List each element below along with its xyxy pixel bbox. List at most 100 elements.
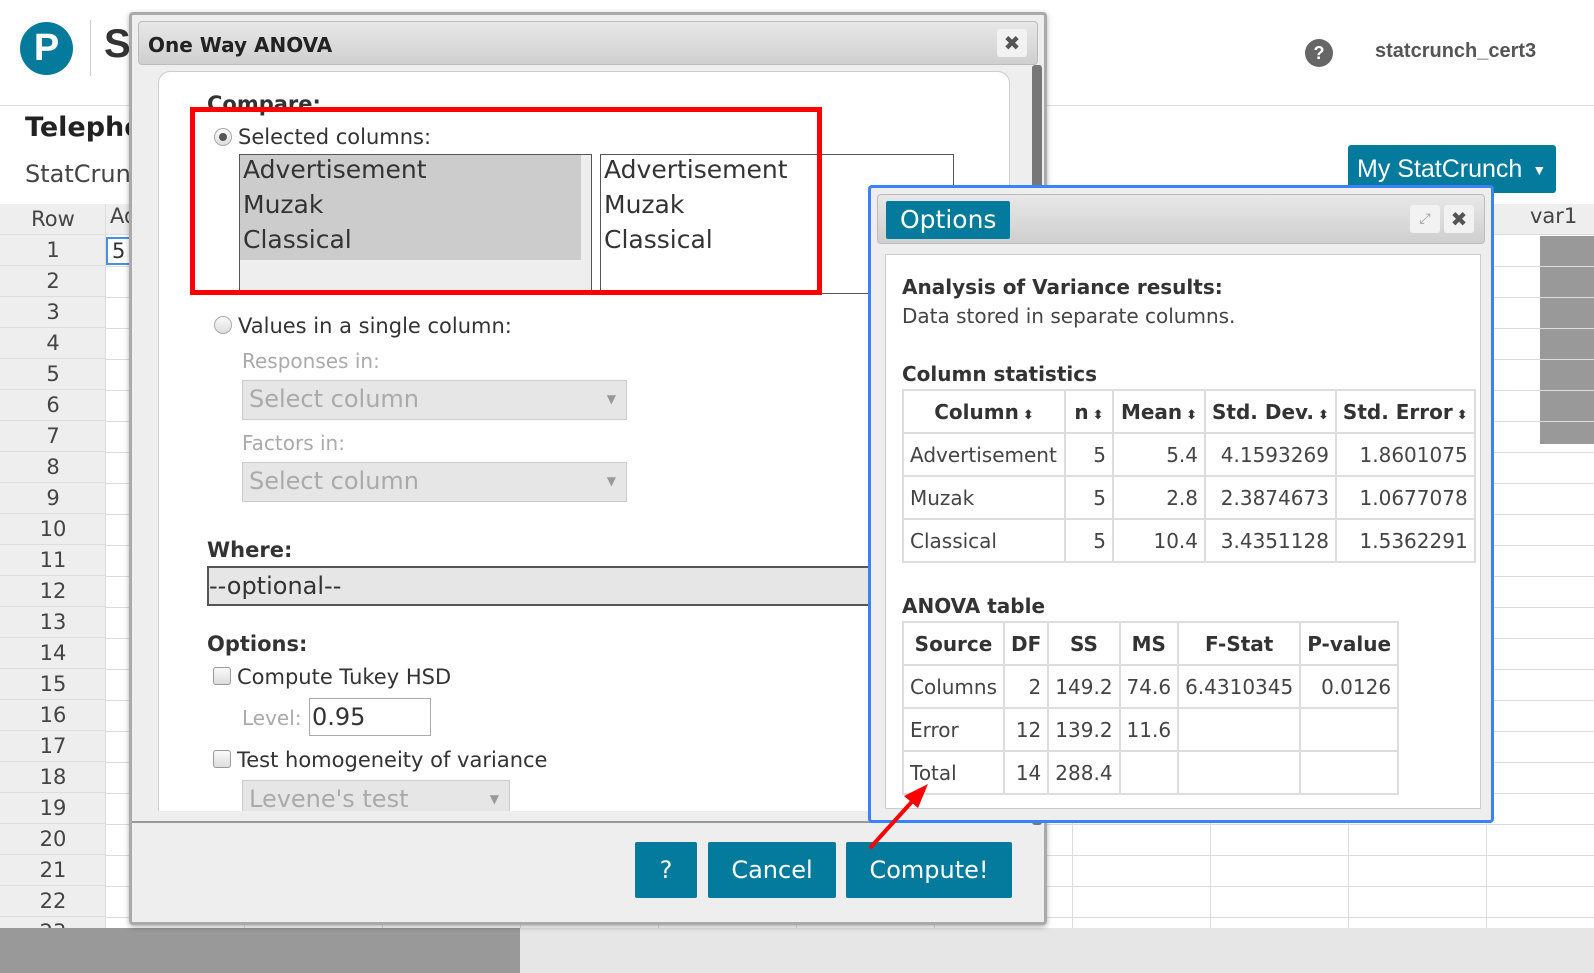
row-number[interactable]: 4 (0, 328, 106, 359)
table-row: Classical 5 10.4 3.4351128 1.5362291 (902, 518, 1476, 563)
sortable-header[interactable]: Column ⬍ (902, 389, 1066, 434)
table-header: SS (1047, 621, 1121, 666)
column-stats-table: Column ⬍ n ⬍ Mean ⬍ Std. Dev. ⬍ Std. Error ⬍ … (902, 389, 1476, 563)
header-label: Std. Error (1342, 399, 1453, 424)
table-header: Source (901, 621, 1006, 666)
row-number[interactable]: 5 (0, 359, 106, 390)
sortable-header[interactable]: n ⬍ (1064, 389, 1114, 434)
username-link[interactable]: statcrunch_cert3 (1375, 40, 1536, 63)
row-number[interactable]: 17 (0, 731, 106, 762)
row-number[interactable]: 13 (0, 607, 106, 638)
responses-label: Responses in: (242, 349, 380, 373)
table-cell: 5 (1064, 475, 1114, 520)
page-subtitle: StatCrun (25, 160, 131, 188)
row-number[interactable]: 19 (0, 793, 106, 824)
table-cell (1177, 750, 1302, 795)
table-cell (1118, 750, 1180, 795)
dropdown-arrow-icon: ▼ (606, 474, 616, 488)
brand-name: S (104, 22, 131, 66)
row-number[interactable]: 7 (0, 421, 106, 452)
homogeneity-label: Test homogeneity of variance (237, 748, 548, 772)
sortable-header[interactable]: Std. Error ⬍ (1334, 389, 1476, 434)
row-number[interactable]: 2 (0, 266, 106, 297)
grid-footer-band (520, 928, 1594, 973)
row-number[interactable]: 6 (0, 390, 106, 421)
my-statcrunch-label: My StatCrunch (1357, 155, 1523, 183)
table-cell: Total (901, 750, 1006, 795)
table-cell: 5.4 (1112, 432, 1206, 477)
results-window: Options ⤢ ✖ Analysis of Variance results… (868, 185, 1494, 823)
row-number[interactable]: 1 (0, 235, 106, 266)
results-body: Analysis of Variance results: Data store… (885, 254, 1481, 809)
table-cell: Advertisement (902, 432, 1066, 477)
dialog-titlebar[interactable]: One Way ANOVA ✖ (138, 21, 1038, 65)
factors-select-value: Select column (249, 467, 420, 495)
row-header: Row (0, 204, 106, 235)
options-tab[interactable]: Options (886, 201, 1011, 239)
table-cell: 2.3874673 (1204, 475, 1337, 520)
row-number[interactable]: 11 (0, 545, 106, 576)
table-cell: 5 (1064, 432, 1114, 477)
table-cell: 12 (1003, 707, 1050, 752)
table-cell: 11.6 (1118, 707, 1180, 752)
row-number[interactable]: 8 (0, 452, 106, 483)
row-number[interactable]: 18 (0, 762, 106, 793)
results-titlebar[interactable]: Options ⤢ ✖ (877, 194, 1485, 244)
table-cell (1177, 707, 1302, 752)
row-number[interactable]: 21 (0, 855, 106, 886)
close-icon[interactable]: ✖ (997, 29, 1027, 57)
table-cell: 2 (1003, 664, 1050, 709)
close-icon[interactable]: ✖ (1444, 205, 1474, 233)
results-subheading: Data stored in separate columns. (902, 304, 1236, 328)
help-button[interactable]: ? (635, 842, 697, 898)
sortable-header[interactable]: Mean ⬍ (1112, 389, 1206, 434)
column-header[interactable]: var1 (1530, 204, 1577, 235)
table-cell: Error (901, 707, 1006, 752)
sort-icon: ⬍ (1456, 407, 1468, 423)
homogeneity-test-select[interactable]: Levene's test ▼ (242, 780, 510, 811)
responses-select-value: Select column (249, 385, 420, 413)
anova-table-title: ANOVA table (902, 594, 1046, 618)
table-row: Columns 2 149.2 74.6 6.4310345 0.0126 (901, 664, 1400, 709)
row-number[interactable]: 16 (0, 700, 106, 731)
tukey-label: Compute Tukey HSD (237, 665, 452, 689)
table-header: DF (1003, 621, 1050, 666)
sortable-header[interactable]: Std. Dev. ⬍ (1204, 389, 1337, 434)
dropdown-arrow-icon: ▼ (606, 392, 616, 406)
table-header-row: Source DF SS MS F-Stat P-value (901, 621, 1400, 666)
row-number[interactable]: 20 (0, 824, 106, 855)
help-icon[interactable]: ? (1305, 39, 1333, 67)
table-cell: 5 (1064, 518, 1114, 563)
row-number[interactable]: 12 (0, 576, 106, 607)
compute-button[interactable]: Compute! (846, 842, 1012, 898)
factors-select[interactable]: Select column ▼ (242, 462, 627, 502)
level-input[interactable]: 0.95 (309, 698, 431, 736)
column-stats-title: Column statistics (902, 362, 1098, 386)
logo-divider (90, 20, 91, 76)
header-label: Mean (1120, 399, 1183, 424)
row-number[interactable]: 14 (0, 638, 106, 669)
responses-select[interactable]: Select column ▼ (242, 380, 627, 420)
page-title: Telepho (25, 112, 143, 143)
row-number[interactable]: 22 (0, 886, 106, 917)
table-cell (1299, 750, 1400, 795)
table-cell: 139.2 (1047, 707, 1121, 752)
table-cell: 3.4351128 (1204, 518, 1337, 563)
row-number[interactable]: 10 (0, 514, 106, 545)
table-cell: 74.6 (1118, 664, 1180, 709)
cancel-button[interactable]: Cancel (708, 842, 836, 898)
row-number[interactable]: 9 (0, 483, 106, 514)
homogeneity-checkbox[interactable] (213, 750, 231, 768)
single-column-label: Values in a single column: (238, 314, 512, 338)
homogeneity-test-value: Levene's test (249, 785, 409, 811)
grid-selection-band (0, 928, 520, 973)
tukey-checkbox[interactable] (213, 667, 231, 685)
sort-icon: ⬍ (1092, 407, 1104, 423)
row-number[interactable]: 15 (0, 669, 106, 700)
table-cell: 14 (1003, 750, 1050, 795)
header-label: Column (934, 399, 1019, 424)
row-number[interactable]: 3 (0, 297, 106, 328)
where-label: Where: (207, 538, 293, 562)
expand-icon[interactable]: ⤢ (1410, 205, 1440, 233)
single-column-radio[interactable] (214, 316, 232, 334)
